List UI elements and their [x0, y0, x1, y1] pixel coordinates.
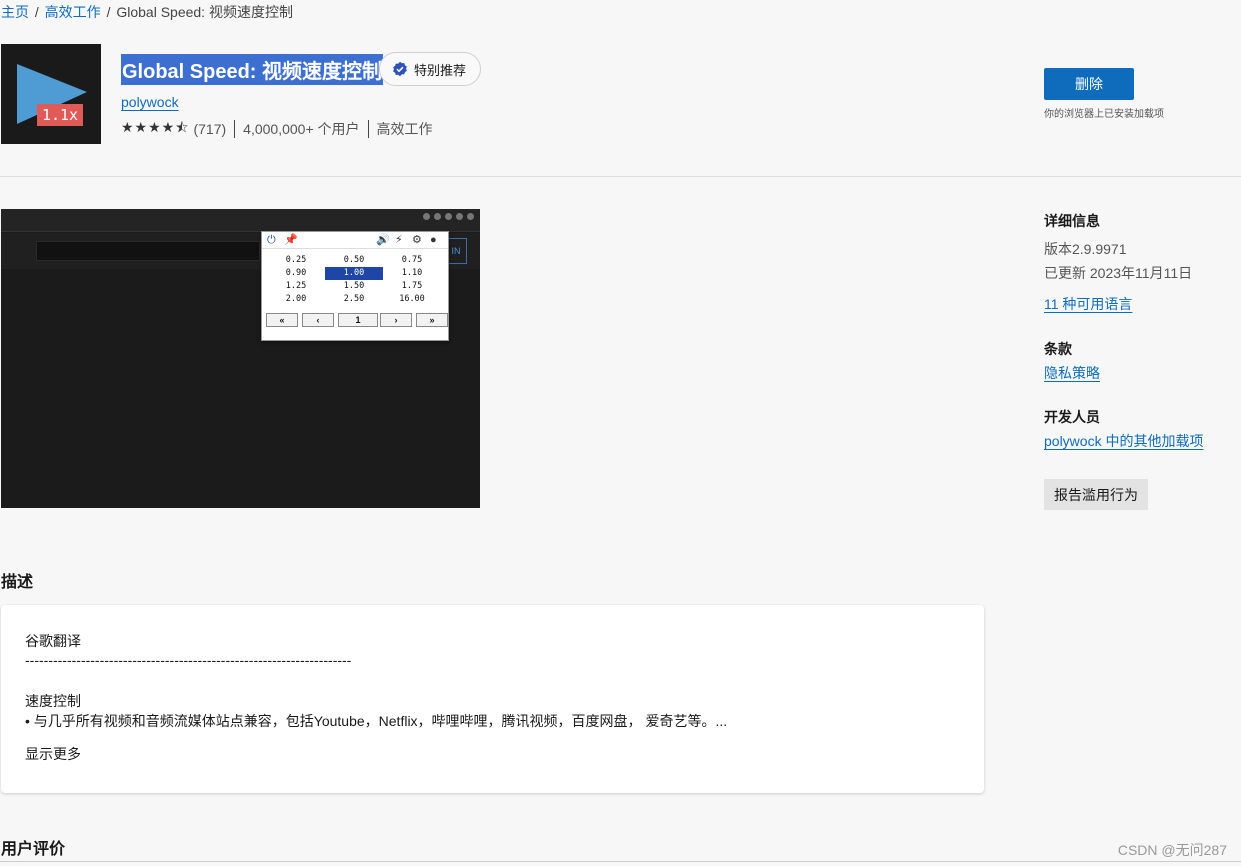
- more-addons-link[interactable]: polywock 中的其他加载项: [1044, 431, 1203, 451]
- popup-toolbar: ⏻ 📌 🔊 ⚡ ⚙ ●: [262, 232, 448, 249]
- speed-option: 1.25: [285, 281, 307, 291]
- breadcrumb: 主页 / 高效工作 / Global Speed: 视频速度控制: [1, 2, 293, 22]
- meta-divider: [367, 120, 369, 138]
- speed-row: 0.90 1.00 1.10: [267, 267, 443, 280]
- breadcrumb-separator: /: [34, 4, 39, 20]
- version-text: 版本2.9.9971: [1044, 241, 1127, 257]
- screenshot-browser-tabbar: [1, 209, 480, 232]
- privacy-policy-link[interactable]: 隐私策略: [1044, 363, 1100, 383]
- description-line: ----------------------------------------…: [25, 652, 352, 668]
- popup-control: ›: [380, 313, 412, 327]
- speed-option: 0.25: [285, 255, 307, 265]
- remove-button[interactable]: 删除: [1044, 68, 1134, 100]
- github-icon: ●: [430, 234, 437, 246]
- lightning-icon: ⚡: [395, 234, 403, 246]
- extension-title: Global Speed: 视频速度控制: [121, 54, 384, 85]
- extension-logo: 1.1x: [1, 44, 101, 144]
- power-icon: ⏻: [267, 234, 276, 246]
- author-link[interactable]: polywock: [121, 94, 179, 110]
- speed-option: 2.50: [343, 294, 365, 304]
- meta-divider: [234, 120, 236, 138]
- details-heading: 详细信息: [1044, 213, 1100, 229]
- watermark: CSDN @无问287: [1117, 842, 1227, 858]
- extension-screenshot[interactable]: IN ⏻ 📌 🔊 ⚡ ⚙ ● 0.25 0.50 0.75 0.90 1.00 1.10 1…: [1, 209, 480, 508]
- featured-badge[interactable]: 特别推荐: [379, 52, 482, 86]
- reviews-divider: [0, 861, 1241, 862]
- header-divider: [0, 176, 1241, 177]
- screenshot-url-field: [36, 241, 260, 261]
- rating-stars[interactable]: ★★★★⯪: [121, 117, 189, 141]
- show-more-link[interactable]: 显示更多: [25, 744, 81, 764]
- description-line: • 与几乎所有视频和音频流媒体站点兼容，包括Youtube，Netflix，哔哩…: [25, 713, 728, 729]
- pin-icon: 📌: [284, 234, 298, 246]
- featured-badge-label: 特别推荐: [414, 62, 467, 78]
- gear-icon: ⚙: [412, 234, 422, 246]
- speed-option: 1.75: [401, 281, 423, 291]
- speed-option: 1.10: [401, 268, 423, 278]
- description-line: 谷歌翻译: [25, 633, 81, 649]
- speed-badge-text: 1.1x: [42, 106, 78, 124]
- speed-option: 1.00: [325, 267, 383, 280]
- popup-controls: « ‹ 1 › »: [266, 313, 448, 327]
- speed-row: 1.25 1.50 1.75: [267, 280, 443, 293]
- popup-control: 1: [338, 313, 378, 327]
- description-heading: 描述: [1, 574, 34, 591]
- installed-note: 你的浏览器上已安装加载项: [1044, 109, 1164, 120]
- speed-option: 0.75: [401, 255, 423, 265]
- speed-option: 0.50: [343, 255, 365, 265]
- verified-icon: [393, 61, 407, 77]
- screenshot-tray-icons: [423, 213, 474, 220]
- speed-row: 0.25 0.50 0.75: [267, 254, 443, 267]
- breadcrumb-category-link[interactable]: 高效工作: [45, 4, 101, 20]
- popup-control: »: [416, 313, 448, 327]
- breadcrumb-separator: /: [106, 4, 111, 20]
- breadcrumb-current: Global Speed: 视频速度控制: [116, 4, 293, 20]
- speed-row: 2.00 2.50 16.00: [267, 293, 443, 306]
- languages-link[interactable]: 11 种可用语言: [1044, 294, 1132, 314]
- volume-icon: 🔊: [376, 234, 390, 246]
- speed-option: 1.50: [343, 281, 365, 291]
- description-line: 速度控制: [25, 693, 81, 709]
- category-label: 高效工作: [376, 121, 433, 137]
- description-card: 谷歌翻译 -----------------------------------…: [1, 605, 984, 793]
- speed-option: 0.90: [285, 268, 307, 278]
- reviews-heading: 用户评价: [1, 841, 66, 858]
- terms-heading: 条款: [1044, 341, 1072, 357]
- speed-option: 2.00: [285, 294, 307, 304]
- extension-meta: ★★★★⯪ (717) 4,000,000+ 个用户 高效工作: [121, 117, 433, 141]
- developer-heading: 开发人员: [1044, 409, 1100, 425]
- popup-control: «: [266, 313, 298, 327]
- popup-control: ‹: [302, 313, 334, 327]
- rating-count[interactable]: (717): [193, 121, 226, 137]
- updated-text: 已更新 2023年11月11日: [1044, 265, 1193, 281]
- breadcrumb-home-link[interactable]: 主页: [1, 4, 29, 20]
- screenshot-speed-popup: ⏻ 📌 🔊 ⚡ ⚙ ● 0.25 0.50 0.75 0.90 1.00 1.10 1.25…: [261, 231, 449, 341]
- report-abuse-button[interactable]: 报告滥用行为: [1044, 479, 1148, 510]
- speed-option: 16.00: [399, 294, 425, 304]
- speed-grid: 0.25 0.50 0.75 0.90 1.00 1.10 1.25 1.50 1.75 2.00…: [267, 254, 443, 306]
- title-row: Global Speed: 视频速度控制 特别推荐: [121, 52, 482, 86]
- user-count: 4,000,000+ 个用户: [243, 121, 360, 137]
